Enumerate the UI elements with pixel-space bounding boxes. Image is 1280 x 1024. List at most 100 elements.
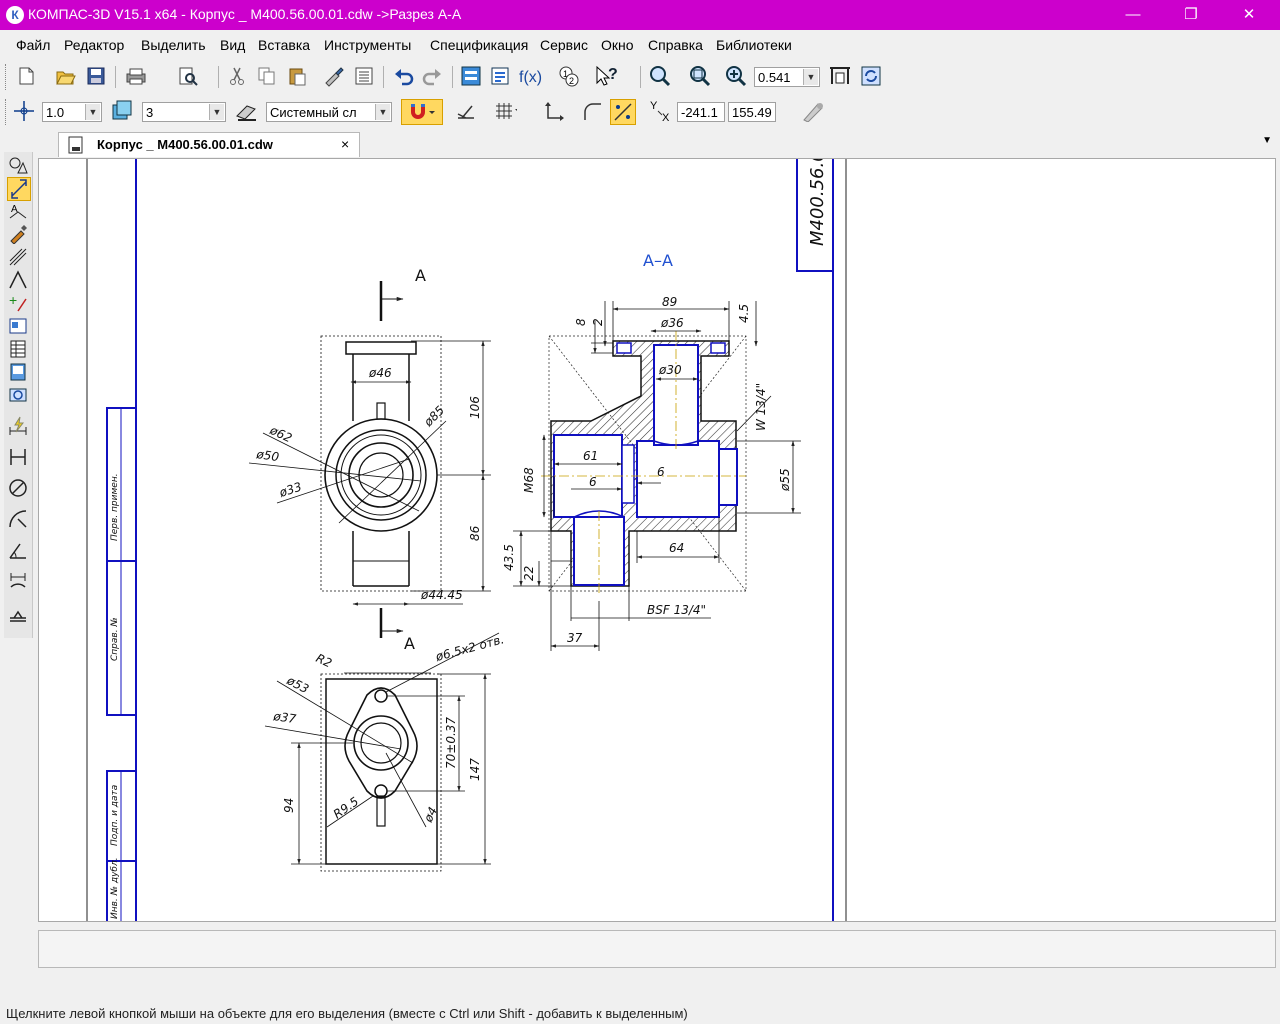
new-document-icon[interactable]	[14, 64, 38, 88]
side-label-podp: Подп. и дата	[110, 785, 120, 846]
close-button[interactable]: ✕	[1220, 0, 1278, 30]
document-tabstrip: Корпус _ М400.56.00.01.cdw × ▼	[36, 129, 1280, 157]
edit-icon[interactable]	[7, 223, 29, 245]
insert-icon[interactable]	[7, 384, 29, 406]
format-painter-icon[interactable]	[322, 64, 346, 88]
chevron-down-icon[interactable]: ▼	[209, 104, 224, 120]
reports-icon[interactable]	[7, 361, 29, 383]
status-bar: Щелкните левой кнопкой мыши на объекте д…	[0, 1005, 1280, 1024]
menu-specification[interactable]: Спецификация	[430, 37, 528, 53]
top-view[interactable]	[264, 632, 500, 872]
select-icon[interactable]: +	[7, 292, 29, 314]
dim-bsf134: BSF 13/4"	[647, 603, 706, 617]
height-mark-icon[interactable]	[7, 601, 29, 623]
associative-views-icon[interactable]	[7, 315, 29, 337]
front-view[interactable]	[248, 281, 491, 638]
dim-d46: ø46	[368, 366, 392, 380]
chevron-down-icon[interactable]: ▼	[375, 104, 390, 120]
measure-icon[interactable]	[7, 269, 29, 291]
coordinates-icon[interactable]: YX	[648, 99, 672, 123]
dim-2: 2	[591, 318, 605, 326]
undo-icon[interactable]	[392, 64, 416, 88]
zoom-window-icon[interactable]	[648, 64, 672, 88]
cut-icon[interactable]	[225, 64, 249, 88]
copy-icon[interactable]	[255, 64, 279, 88]
toolbar-separator	[640, 66, 641, 88]
redo-icon[interactable]	[420, 64, 444, 88]
menu-libraries[interactable]: Библиотеки	[716, 37, 792, 53]
style-combo[interactable]: Системный сл ▼	[266, 102, 392, 122]
minimize-button[interactable]: —	[1104, 0, 1162, 30]
side-label-inv: Инв. № дубл.	[110, 857, 120, 919]
menu-window[interactable]: Окно	[601, 37, 634, 53]
chevron-down-icon[interactable]: ▼	[85, 104, 100, 120]
properties-icon[interactable]	[352, 64, 376, 88]
menu-view[interactable]: Вид	[220, 37, 245, 53]
coord-y-field[interactable]: 155.49	[728, 102, 776, 122]
menu-select[interactable]: Выделить	[141, 37, 206, 53]
dimensions-icon[interactable]	[7, 177, 31, 201]
radial-dimension-icon[interactable]	[7, 508, 29, 530]
preview-icon[interactable]	[176, 64, 200, 88]
dim-d33: ø33	[277, 480, 304, 501]
diametral-dimension-icon[interactable]	[7, 477, 29, 499]
maximize-button[interactable]: ❐	[1162, 0, 1220, 30]
zoom-combo[interactable]: 0.541 ▼	[754, 67, 820, 87]
stamp-code: М400.56.00.01	[807, 159, 828, 246]
zoom-in-icon[interactable]	[724, 64, 748, 88]
menu-service[interactable]: Сервис	[540, 37, 588, 53]
coord-x-field[interactable]: -241.1	[677, 102, 725, 122]
style-icon[interactable]	[234, 99, 258, 123]
function-icon[interactable]: f(x)	[518, 64, 542, 88]
compact-toolbar: A +	[4, 152, 33, 638]
angular-dimension-icon[interactable]	[7, 539, 29, 561]
properties-panel[interactable]	[38, 930, 1276, 968]
arc-dimension-icon[interactable]	[7, 570, 29, 592]
dim-r2: R2	[314, 651, 334, 670]
ortho-icon[interactable]	[454, 99, 478, 123]
refresh-icon[interactable]	[860, 64, 884, 88]
dim-r95: R9.5	[331, 794, 361, 821]
open-icon[interactable]	[54, 64, 78, 88]
chevron-down-icon[interactable]: ▼	[803, 69, 818, 85]
toolbar-grip[interactable]	[5, 99, 9, 125]
local-cs-icon[interactable]	[542, 99, 566, 123]
drawing-canvas[interactable]: М400.56.00.01 Перв. примен. Справ. № Под…	[38, 158, 1276, 922]
reconstruct-icon[interactable]	[800, 99, 824, 123]
save-icon[interactable]	[84, 64, 108, 88]
parametrize-icon[interactable]	[7, 246, 29, 268]
print-icon[interactable]	[124, 64, 148, 88]
snap-toggle-icon[interactable]	[610, 99, 636, 125]
linear-dimension-icon[interactable]	[7, 446, 29, 468]
numbering-icon[interactable]: 12	[557, 64, 581, 88]
step-combo[interactable]: 1.0 ▼	[42, 102, 102, 122]
coord-y-value: 155.49	[732, 105, 772, 120]
manager-icon[interactable]	[459, 64, 483, 88]
tab-list-dropdown[interactable]: ▼	[1262, 135, 1272, 146]
status-text: Щелкните левой кнопкой мыши на объекте д…	[6, 1006, 688, 1021]
zoom-scale-icon[interactable]	[688, 64, 712, 88]
menu-edit[interactable]: Редактор	[64, 37, 124, 53]
menu-tools[interactable]: Инструменты	[324, 37, 411, 53]
drawing-sheet[interactable]: М400.56.00.01 Перв. примен. Справ. № Под…	[39, 159, 1275, 921]
paste-icon[interactable]	[285, 64, 309, 88]
spec-icon[interactable]	[7, 338, 29, 360]
step-cursor-icon[interactable]	[12, 99, 36, 123]
grid-icon[interactable]	[493, 99, 517, 123]
pan-icon[interactable]	[828, 64, 852, 88]
variables-icon[interactable]	[488, 64, 512, 88]
document-tab[interactable]: Корпус _ М400.56.00.01.cdw ×	[58, 132, 360, 157]
geometry-icon[interactable]	[7, 154, 29, 176]
fast-dimension-icon[interactable]	[7, 415, 29, 437]
menu-file[interactable]: Файл	[16, 37, 50, 53]
symbols-icon[interactable]: A	[7, 200, 29, 222]
snap-magnet-icon[interactable]	[401, 99, 443, 125]
round-icon[interactable]	[580, 99, 604, 123]
layer-icon[interactable]	[110, 99, 134, 123]
context-help-icon[interactable]: ?	[594, 64, 618, 88]
menu-help[interactable]: Справка	[648, 37, 703, 53]
layer-combo[interactable]: 3 ▼	[142, 102, 226, 122]
toolbar-grip[interactable]	[5, 64, 9, 90]
close-tab-button[interactable]: ×	[341, 136, 349, 152]
menu-insert[interactable]: Вставка	[258, 37, 310, 53]
